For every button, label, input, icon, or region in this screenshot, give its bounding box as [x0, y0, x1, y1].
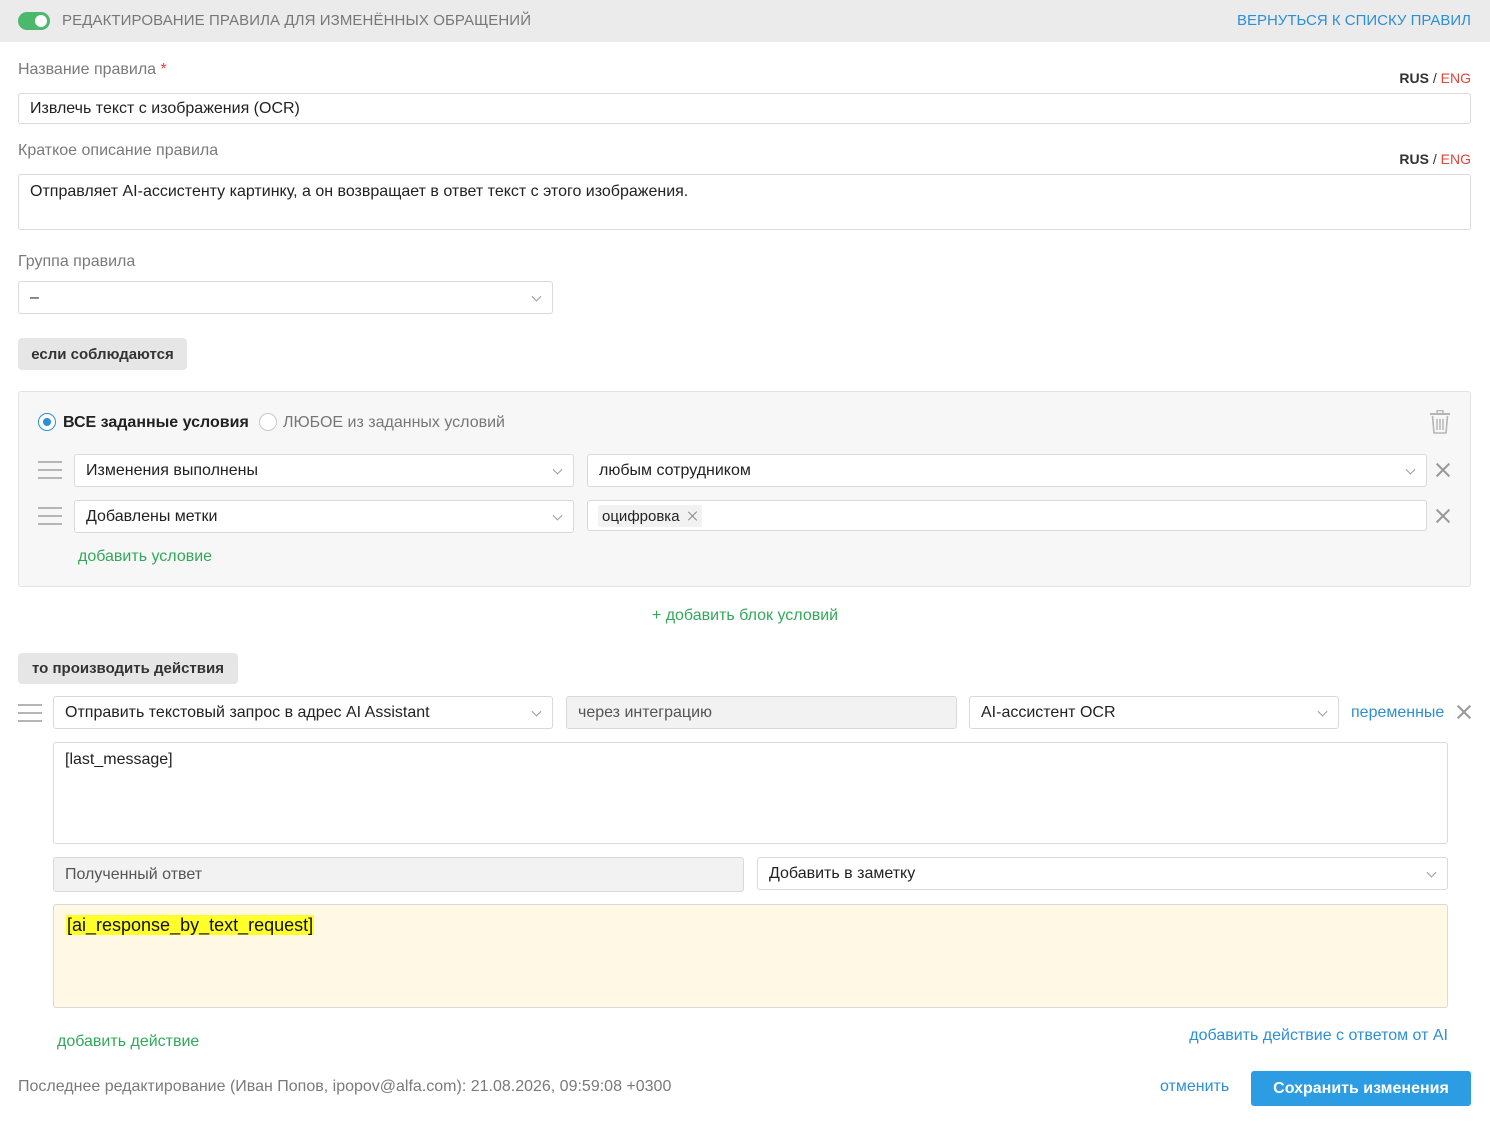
back-to-rules-link[interactable]: ВЕРНУТЬСЯ К СПИСКУ ПРАВИЛ — [1237, 12, 1471, 29]
actions-section-label: то производить действия — [18, 653, 238, 684]
rule-description-label: Краткое описание правила — [18, 142, 219, 159]
condition-field-value: Изменения выполнены — [86, 461, 258, 479]
remove-condition-icon[interactable] — [1436, 509, 1450, 523]
rule-enabled-toggle[interactable] — [18, 12, 50, 30]
rule-group-select[interactable]: – — [18, 281, 553, 314]
rule-name-label: Название правила * — [18, 61, 167, 79]
rule-name-lang-switch: RUS / ENG — [1399, 70, 1471, 86]
variables-link[interactable]: переменные — [1351, 704, 1444, 722]
rule-name-value: Извлечь текст с изображения (OCR) — [30, 99, 300, 117]
conditions-section-label: если соблюдаются — [18, 338, 187, 370]
response-target-select[interactable]: Добавить в заметку — [757, 857, 1448, 890]
chevron-down-icon — [552, 464, 563, 475]
condition-field-select[interactable]: Изменения выполнены — [74, 454, 574, 487]
tag-label: оцифровка — [602, 507, 680, 525]
save-changes-button[interactable]: Сохранить изменения — [1251, 1071, 1471, 1106]
lang-rus[interactable]: RUS — [1399, 151, 1429, 167]
toggle-knob — [35, 15, 47, 27]
chevron-down-icon — [1317, 706, 1328, 717]
lang-eng[interactable]: ENG — [1441, 151, 1471, 167]
lang-rus[interactable]: RUS — [1399, 70, 1429, 86]
rule-description-value: Отправляет AI-ассистенту картинку, а он … — [30, 183, 689, 200]
rule-description-lang-switch: RUS / ENG — [1399, 151, 1471, 167]
via-integration-value: через интеграцию — [578, 703, 713, 721]
action-type-value: Отправить текстовый запрос в адрес AI As… — [65, 703, 430, 721]
radio-any-label[interactable]: ЛЮБОЕ из заданных условий — [283, 414, 505, 432]
chevron-down-icon — [1405, 464, 1416, 475]
remove-tag-icon[interactable] — [688, 511, 698, 521]
ai-request-textarea[interactable]: [last_message] — [53, 742, 1448, 844]
drag-handle-icon[interactable] — [38, 461, 62, 479]
condition-value-select[interactable]: любым сотрудником — [587, 454, 1427, 487]
radio-any-condition[interactable] — [259, 413, 277, 431]
radio-all-label[interactable]: ВСЕ заданные условия — [63, 414, 249, 432]
rule-name-label-text: Название правила — [18, 61, 157, 78]
radio-all-conditions[interactable] — [38, 413, 56, 431]
chevron-down-icon — [531, 291, 542, 302]
trash-icon[interactable] — [1429, 409, 1451, 434]
tag-chip: оцифровка — [598, 505, 702, 527]
add-condition-block-link: + добавить блок условий — [0, 607, 1490, 625]
response-target-value: Добавить в заметку — [769, 864, 916, 882]
via-integration-field: через интеграцию — [566, 696, 957, 729]
condition-tags-input[interactable]: оцифровка — [587, 500, 1427, 531]
rule-group-value: – — [30, 288, 39, 306]
condition-value: любым сотрудником — [599, 461, 751, 479]
rule-description-textarea[interactable]: Отправляет AI-ассистенту картинку, а он … — [18, 174, 1471, 230]
response-label-value: Полученный ответ — [65, 865, 203, 883]
response-variable-highlight: [ai_response_by_text_request] — [66, 915, 315, 935]
remove-action-icon[interactable] — [1457, 705, 1471, 719]
assistant-select[interactable]: AI-ассистент OCR — [969, 696, 1339, 729]
cancel-link[interactable]: отменить — [1160, 1078, 1229, 1096]
add-action-link[interactable]: добавить действие — [57, 1033, 199, 1051]
chevron-down-icon — [1426, 867, 1437, 878]
condition-field-select[interactable]: Добавлены метки — [74, 500, 574, 533]
remove-condition-icon[interactable] — [1436, 463, 1450, 477]
add-ai-action-link[interactable]: добавить действие с ответом от AI — [1189, 1027, 1448, 1045]
chevron-down-icon — [531, 706, 542, 717]
lang-separator: / — [1432, 70, 1437, 86]
action-type-select[interactable]: Отправить текстовый запрос в адрес AI As… — [53, 696, 553, 729]
rule-group-label: Группа правила — [18, 253, 136, 270]
drag-handle-icon[interactable] — [38, 507, 62, 525]
page-title: РЕДАКТИРОВАНИЕ ПРАВИЛА ДЛЯ ИЗМЕНЁННЫХ ОБ… — [62, 12, 532, 29]
ai-request-value: [last_message] — [65, 751, 173, 768]
last-edit-info: Последнее редактирование (Иван Попов, ip… — [18, 1078, 672, 1095]
required-mark: * — [160, 61, 167, 78]
lang-separator: / — [1432, 151, 1437, 167]
response-note-textarea[interactable]: [ai_response_by_text_request] — [53, 904, 1448, 1008]
lang-eng[interactable]: ENG — [1441, 70, 1471, 86]
add-condition-link[interactable]: добавить условие — [78, 548, 212, 566]
condition-field-value: Добавлены метки — [86, 507, 218, 525]
rule-name-input[interactable]: Извлечь текст с изображения (OCR) — [18, 93, 1471, 124]
chevron-down-icon — [552, 510, 563, 521]
response-label-field: Полученный ответ — [53, 857, 744, 892]
assistant-value: AI-ассистент OCR — [981, 703, 1116, 721]
add-condition-block-text[interactable]: + добавить блок условий — [652, 607, 838, 624]
drag-handle-icon[interactable] — [18, 704, 42, 722]
